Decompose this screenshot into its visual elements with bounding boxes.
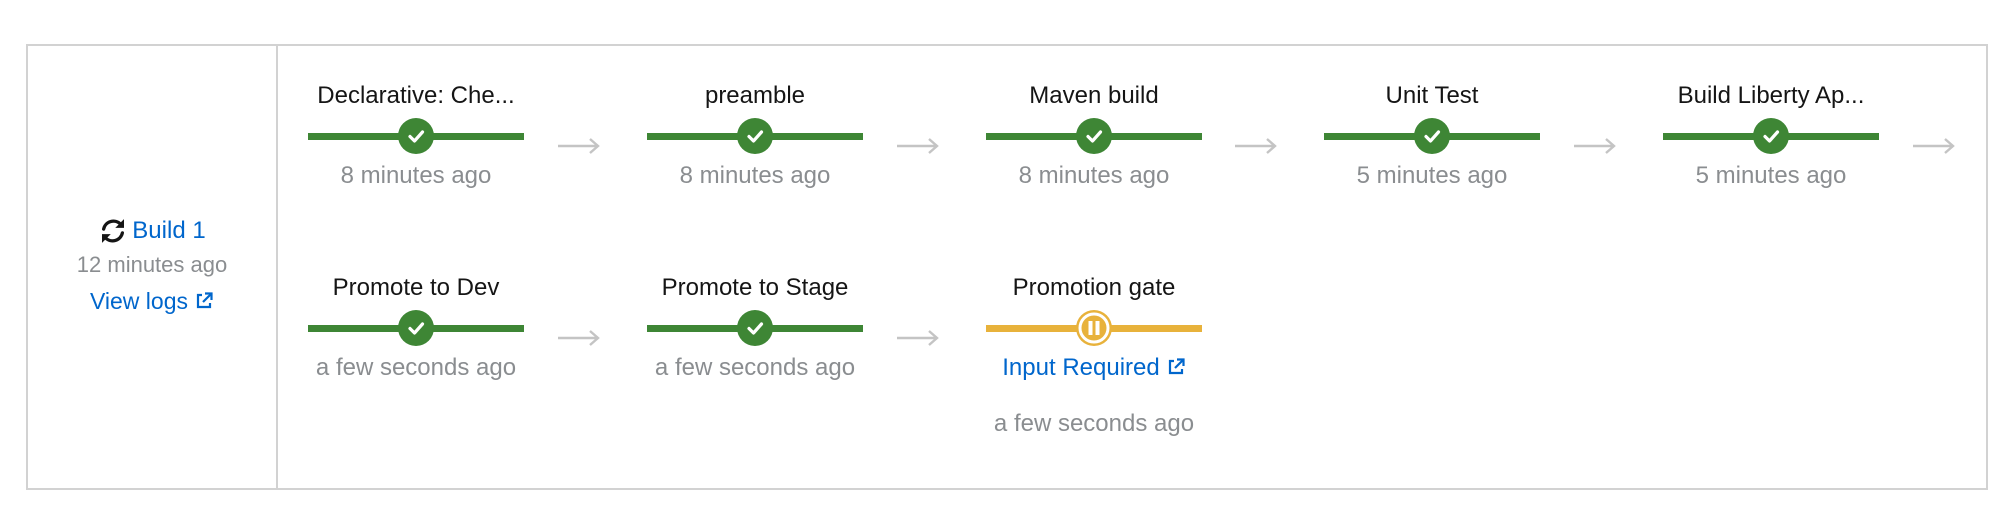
task-status-bar: [1663, 118, 1879, 154]
arrow-right-icon: [1913, 138, 1955, 154]
arrow-right-icon: [558, 138, 600, 154]
task-maven-build[interactable]: Maven build 8 minutes ago: [986, 80, 1202, 190]
arrow-right-icon: [1235, 138, 1277, 154]
task-time: 5 minutes ago: [1356, 162, 1508, 189]
task-build-liberty-app[interactable]: Build Liberty Ap... 5 minutes ago: [1663, 80, 1879, 190]
check-icon: [747, 130, 764, 143]
task-status-bar: [986, 118, 1202, 154]
task-time: 8 minutes ago: [340, 162, 492, 189]
check-icon: [408, 130, 425, 143]
task-declarative-checkout[interactable]: Declarative: Che... 8 minutes ago: [308, 80, 524, 190]
task-status-bar: [1324, 118, 1540, 154]
build-name-link[interactable]: Build 1: [132, 217, 205, 245]
input-required-label: Input Required: [1002, 354, 1160, 381]
task-name: Promote to Dev: [332, 274, 500, 301]
task-promote-to-stage[interactable]: Promote to Stage a few seconds ago: [647, 272, 863, 382]
arrow-right-icon: [1574, 138, 1616, 154]
pipeline-run-card: Build 1 12 minutes ago View logs Declara…: [26, 44, 1988, 490]
build-time: 12 minutes ago: [76, 252, 228, 277]
external-link-icon: [196, 292, 213, 309]
task-name: preamble: [704, 82, 806, 109]
task-promotion-gate[interactable]: Promotion gate Input Required a few seco…: [986, 272, 1202, 438]
arrow-right-icon: [897, 330, 939, 346]
task-time: a few seconds ago: [654, 354, 856, 381]
task-name: Maven build: [1029, 82, 1159, 109]
task-status-bar: [647, 118, 863, 154]
check-icon: [1763, 130, 1780, 143]
task-name: Declarative: Che...: [317, 82, 515, 109]
task-unit-test[interactable]: Unit Test 5 minutes ago: [1324, 80, 1540, 190]
task-name: Build Liberty Ap...: [1677, 82, 1865, 109]
sync-icon: [102, 219, 125, 243]
task-name: Promote to Stage: [661, 274, 849, 301]
build-summary: Build 1 12 minutes ago View logs: [28, 46, 278, 488]
task-status-bar: [647, 310, 863, 346]
check-icon: [747, 322, 764, 335]
task-name: Promotion gate: [1012, 274, 1176, 301]
task-time: 8 minutes ago: [1018, 162, 1170, 189]
view-logs-link[interactable]: View logs: [28, 288, 276, 315]
task-time: 5 minutes ago: [1695, 162, 1847, 189]
check-icon: [1086, 130, 1103, 143]
task-preamble[interactable]: preamble 8 minutes ago: [647, 80, 863, 190]
check-icon: [408, 322, 425, 335]
task-status-bar: [986, 310, 1202, 346]
arrow-right-icon: [897, 138, 939, 154]
check-icon: [1424, 130, 1441, 143]
task-time: 8 minutes ago: [679, 162, 831, 189]
view-logs-label: View logs: [89, 288, 189, 314]
pause-icon: [1078, 312, 1110, 344]
task-time: a few seconds ago: [315, 354, 517, 381]
external-link-icon: [1168, 358, 1185, 375]
task-promote-to-dev[interactable]: Promote to Dev a few seconds ago: [308, 272, 524, 382]
build-header[interactable]: Build 1: [28, 214, 276, 248]
task-status-bar: [308, 118, 524, 154]
arrow-right-icon: [558, 330, 600, 346]
task-status-bar: [308, 310, 524, 346]
input-required-link[interactable]: Input Required: [986, 354, 1202, 382]
task-name: Unit Test: [1385, 82, 1479, 109]
task-time: a few seconds ago: [993, 410, 1195, 437]
